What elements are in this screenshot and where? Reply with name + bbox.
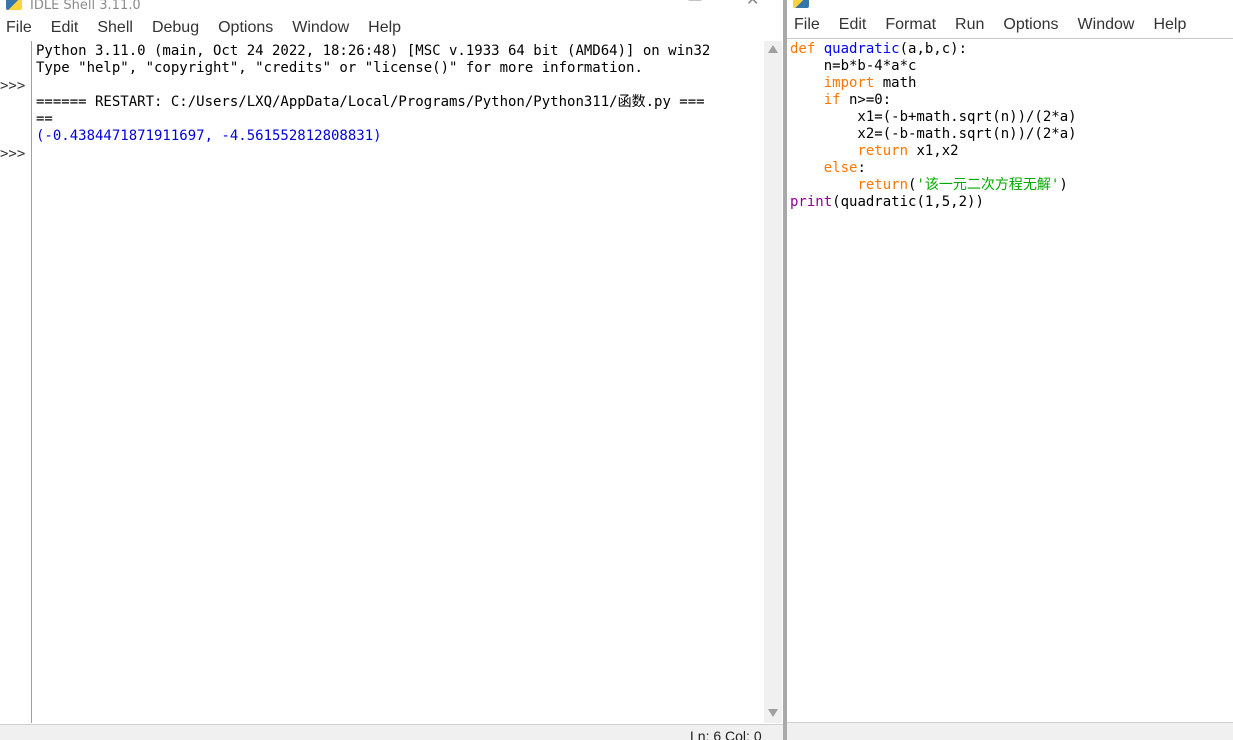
- code-line: import math: [790, 75, 1230, 92]
- code-editor[interactable]: def quadratic(a,b,c): n=b*b-4*a*c import…: [790, 41, 1230, 211]
- shell-line: Type "help", "copyright", "credits" or "…: [36, 60, 643, 76]
- code-line: else:: [790, 160, 1230, 177]
- menu-format[interactable]: Format: [885, 16, 936, 34]
- shell-statusbar: Ln: 6 Col: 0: [0, 724, 783, 740]
- shell-titlebar: IDLE Shell 3.11.0 — ✕: [0, 0, 783, 15]
- menu-edit[interactable]: Edit: [839, 16, 867, 34]
- shell-output-area[interactable]: Python 3.11.0 (main, Oct 24 2022, 18:26:…: [36, 43, 760, 723]
- menu-edit[interactable]: Edit: [51, 19, 79, 37]
- keyword: return: [857, 143, 909, 159]
- editor-statusbar: [787, 722, 1233, 740]
- menu-options[interactable]: Options: [1003, 16, 1058, 34]
- code-line: print(quadratic(1,5,2)): [790, 194, 1230, 211]
- code-line: return x1,x2: [790, 143, 1230, 160]
- shell-line: Python 3.11.0 (main, Oct 24 2022, 18:26:…: [36, 43, 711, 59]
- python-file-icon: [793, 0, 809, 8]
- shell-line: ====== RESTART: C:/Users/LXQ/AppData/Loc…: [36, 94, 705, 110]
- cursor-position: Ln: 6 Col: 0: [690, 728, 762, 740]
- menu-window[interactable]: Window: [292, 19, 349, 37]
- code-text: :: [857, 160, 866, 176]
- scroll-down-icon[interactable]: [768, 709, 778, 717]
- code-text: x1,x2: [908, 143, 959, 159]
- menu-help[interactable]: Help: [368, 19, 401, 37]
- editor-titlebar: [787, 0, 1233, 10]
- shell-prompt: >>>: [0, 78, 26, 94]
- code-line: return('该一元二次方程无解'): [790, 177, 1230, 194]
- menu-file[interactable]: File: [794, 16, 820, 34]
- string-literal: '该一元二次方程无解': [916, 177, 1060, 193]
- code-line: x2=(-b-math.sqrt(n))/(2*a): [790, 126, 1077, 142]
- code-text: n>=0:: [840, 92, 892, 108]
- keyword: return: [857, 177, 909, 193]
- shell-line: ==: [36, 111, 53, 127]
- menu-run[interactable]: Run: [955, 16, 984, 34]
- code-text: math: [874, 75, 917, 91]
- code-text: ): [1059, 177, 1068, 193]
- menu-shell[interactable]: Shell: [97, 19, 133, 37]
- program-output: (-0.4384471871911697, -4.561552812808831…: [36, 128, 382, 144]
- menu-help[interactable]: Help: [1153, 16, 1186, 34]
- prompt-gutter: [0, 41, 32, 723]
- code-line: x1=(-b+math.sqrt(n))/(2*a): [790, 109, 1077, 125]
- keyword: else: [823, 160, 858, 176]
- close-icon[interactable]: ✕: [746, 0, 759, 9]
- editor-window: File Edit Format Run Options Window Help…: [787, 0, 1233, 740]
- code-line: if n>=0:: [790, 92, 1230, 109]
- code-text: (quadratic(1,5,2)): [832, 194, 984, 210]
- code-line: def quadratic(a,b,c):: [790, 41, 1230, 58]
- keyword: if: [823, 92, 841, 108]
- shell-menubar: File Edit Shell Debug Options Window Hel…: [6, 16, 420, 40]
- function-name: quadratic: [823, 41, 900, 57]
- shell-window-title: IDLE Shell 3.11.0: [30, 0, 141, 13]
- minimize-icon[interactable]: —: [688, 0, 702, 8]
- keyword: def: [790, 41, 816, 57]
- scroll-up-icon[interactable]: [768, 45, 778, 53]
- shell-scrollbar[interactable]: [764, 41, 782, 723]
- menu-file[interactable]: File: [6, 19, 32, 37]
- keyword: import: [823, 75, 875, 91]
- shell-prompt: >>>: [0, 146, 26, 162]
- menu-debug[interactable]: Debug: [152, 19, 199, 37]
- builtin: print: [790, 194, 833, 210]
- code-text: (a,b,c):: [899, 41, 968, 57]
- menu-options[interactable]: Options: [218, 19, 273, 37]
- editor-menubar: File Edit Format Run Options Window Help: [794, 13, 1205, 37]
- code-line: n=b*b-4*a*c: [790, 58, 917, 74]
- menu-separator: [787, 38, 1233, 39]
- menu-window[interactable]: Window: [1078, 16, 1135, 34]
- python-logo-icon: [6, 0, 22, 10]
- shell-window: IDLE Shell 3.11.0 — ✕ File Edit Shell De…: [0, 0, 783, 740]
